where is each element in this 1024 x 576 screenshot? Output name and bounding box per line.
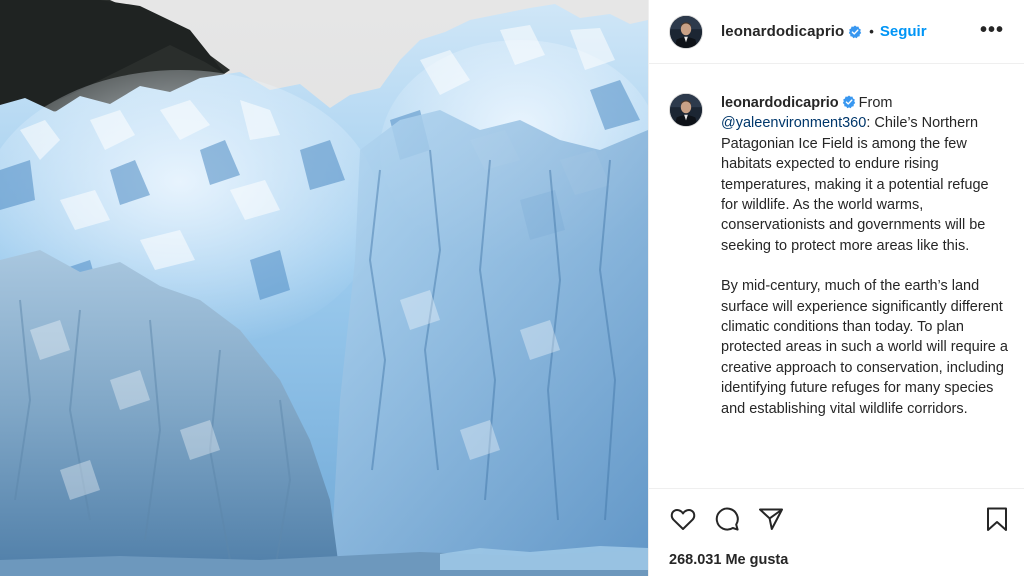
glacier-photo [0,0,648,576]
caption-mention-link[interactable]: @yaleenvironment360 [721,115,866,131]
follow-button[interactable]: Seguir [880,23,927,40]
comment-icon[interactable] [713,505,741,533]
likes-number: 268.031 [669,552,722,568]
avatar-image [670,94,702,126]
header-separator: • [869,24,874,39]
caption-intro: From [858,95,893,111]
avatar[interactable] [669,93,703,127]
caption-paragraph-1: leonardodicaprio From @yaleenvironment360… [721,93,1009,256]
avatar-image [670,15,702,48]
post-header: leonardodicaprio • Seguir ••• [649,0,1024,64]
heart-icon[interactable] [669,505,697,533]
more-options-icon[interactable]: ••• [980,20,1004,40]
caption-username[interactable]: leonardodicaprio [721,95,839,111]
post-side-panel: leonardodicaprio • Seguir ••• leonardodi… [648,0,1024,576]
likes-count[interactable]: 268.031 Me gusta [669,552,788,568]
likes-label: Me gusta [725,552,789,568]
post-author-username[interactable]: leonardodicaprio [721,23,844,40]
caption-paragraph-1-text: : Chile’s Northern Patagonian Ice Field … [721,115,989,254]
post-image[interactable] [0,0,648,576]
verified-badge-icon [842,95,855,109]
paper-plane-icon[interactable] [757,505,785,533]
caption-area: leonardodicaprio From @yaleenvironment360… [649,65,1024,488]
avatar[interactable] [669,14,703,49]
caption-paragraph-2: By mid-century, much of the earth’s land… [721,278,1008,417]
post-actions-bar [649,488,1024,548]
caption-text: leonardodicaprio From @yaleenvironment360… [721,93,1009,419]
bookmark-icon[interactable] [983,505,1011,533]
verified-badge-icon [849,25,862,38]
caption-comment: leonardodicaprio From @yaleenvironment360… [669,93,1009,419]
